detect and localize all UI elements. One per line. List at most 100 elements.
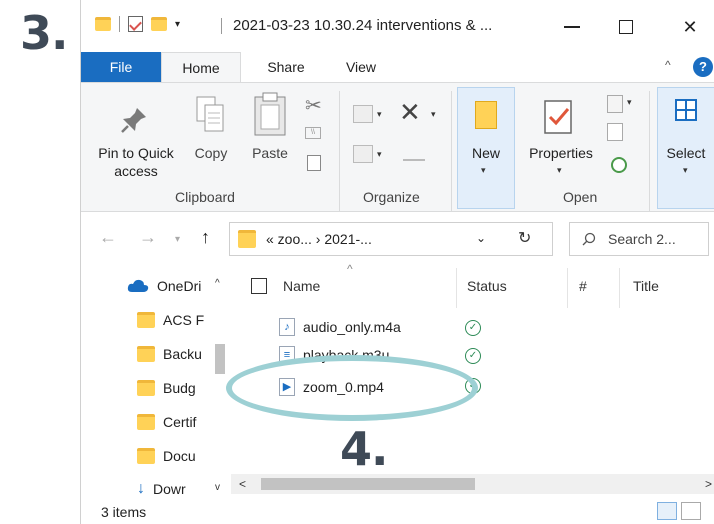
open-dropdown-icon[interactable]: ▾ <box>627 97 632 108</box>
search-placeholder: Search 2... <box>608 231 676 247</box>
title-bar: ▾ 2021-03-23 10.30.24 interventions & ..… <box>81 0 714 52</box>
folder-icon <box>137 346 155 362</box>
ribbon-divider <box>339 91 340 211</box>
copy-icon[interactable] <box>193 95 229 135</box>
move-to-icon[interactable] <box>353 105 373 123</box>
ribbon-home: Pin to Quick access Copy Paste ✂ \\ Clip… <box>81 82 714 212</box>
nav-item-label: Backu <box>163 346 202 362</box>
column-divider[interactable] <box>619 268 620 308</box>
nav-item-folder[interactable]: Docu <box>137 448 207 464</box>
customize-qat-dropdown-icon[interactable]: ▾ <box>175 19 180 30</box>
tab-home[interactable]: Home <box>161 52 241 83</box>
nav-item-folder[interactable]: Budg <box>137 380 207 396</box>
nav-item-folder[interactable]: Backu <box>137 346 207 362</box>
copy-path-icon[interactable]: \\ <box>305 127 321 139</box>
copy-button-label[interactable]: Copy <box>189 144 233 162</box>
scroll-right-icon[interactable]: > <box>705 477 712 491</box>
maximize-button[interactable] <box>603 10 649 44</box>
folder-icon[interactable] <box>95 17 111 31</box>
address-dropdown-icon[interactable]: ⌄ <box>476 231 486 245</box>
nav-item-downloads[interactable]: ↓ Dowr <box>137 480 207 498</box>
copy-to-dropdown-icon[interactable]: ▾ <box>377 149 382 160</box>
clipboard-group-label: Clipboard <box>175 189 235 205</box>
tab-file[interactable]: File <box>81 52 161 82</box>
nav-item-folder[interactable]: ACS F <box>137 312 207 328</box>
folder-icon <box>137 448 155 464</box>
select-all-checkbox[interactable] <box>251 278 267 294</box>
navigation-pane: OneDri ^ ACS F Backu Budg Certif Docu ↓ … <box>81 264 231 500</box>
nav-item-folder[interactable]: Certif <box>137 414 207 430</box>
column-divider[interactable] <box>456 268 457 308</box>
select-dropdown-icon: ▾ <box>683 165 688 175</box>
nav-item-label: Dowr <box>153 481 186 497</box>
back-arrow-icon[interactable]: ← <box>99 227 117 248</box>
pin-label-line2: access <box>114 163 158 179</box>
nav-item-label: OneDri <box>157 278 202 294</box>
scroll-up-icon[interactable]: ^ <box>215 278 220 289</box>
audio-file-icon: ♪ <box>279 318 295 336</box>
nav-pane-scrollbar-thumb[interactable] <box>215 344 225 374</box>
pin-to-quick-access-label[interactable]: Pin to Quick access <box>89 144 183 180</box>
rename-icon[interactable] <box>403 147 425 161</box>
tab-share[interactable]: Share <box>256 52 316 82</box>
maximize-icon <box>619 20 633 34</box>
address-path[interactable]: « zoo... › 2021-... <box>266 231 372 247</box>
refresh-icon[interactable]: ↻ <box>518 228 531 248</box>
recent-locations-icon[interactable]: ▾ <box>175 234 180 245</box>
tab-view[interactable]: View <box>331 52 391 82</box>
new-folder-icon[interactable] <box>151 17 167 31</box>
column-divider[interactable] <box>567 268 568 308</box>
pin-label-line1: Pin to Quick <box>98 145 174 161</box>
column-header-title[interactable]: Title <box>633 278 659 294</box>
column-header-status[interactable]: Status <box>467 278 507 294</box>
edit-icon[interactable] <box>607 123 623 141</box>
download-icon: ↓ <box>137 480 145 497</box>
history-icon[interactable] <box>611 157 627 173</box>
close-button[interactable]: ✕ <box>667 10 713 44</box>
properties-check-icon[interactable] <box>128 16 143 32</box>
scroll-down-icon[interactable]: v <box>215 482 220 493</box>
horizontal-scrollbar[interactable]: < > <box>231 474 714 494</box>
paste-shortcut-icon[interactable] <box>307 155 321 171</box>
forward-arrow-icon[interactable]: → <box>139 227 157 248</box>
column-header-number[interactable]: # <box>579 278 587 294</box>
sort-ascending-icon: ^ <box>347 262 353 276</box>
properties-dropdown-icon[interactable]: ▾ <box>557 165 562 176</box>
cut-icon[interactable]: ✂ <box>305 93 322 118</box>
nav-item-label: Certif <box>163 414 197 430</box>
properties-icon[interactable] <box>543 95 575 135</box>
scroll-left-icon[interactable]: < <box>239 477 246 491</box>
large-icons-view-icon[interactable] <box>681 502 701 520</box>
column-header-name[interactable]: Name <box>283 278 320 294</box>
search-box[interactable]: Search 2... <box>569 222 709 256</box>
delete-icon[interactable]: ✕ <box>399 97 421 128</box>
move-to-dropdown-icon[interactable]: ▾ <box>377 109 382 120</box>
delete-dropdown-icon[interactable]: ▾ <box>431 109 436 120</box>
copy-to-icon[interactable] <box>353 145 373 163</box>
folder-icon <box>137 380 155 396</box>
open-icon[interactable] <box>607 95 623 113</box>
nav-item-label: Budg <box>163 380 196 396</box>
paste-button-label[interactable]: Paste <box>243 144 297 162</box>
up-arrow-icon[interactable]: ↑ <box>201 227 210 248</box>
ribbon-tabs: File Home Share View ^ ? <box>81 52 714 83</box>
collapse-ribbon-icon[interactable]: ^ <box>665 58 671 72</box>
nav-item-onedrive[interactable]: OneDri <box>127 278 207 294</box>
step-four-annotation: 4. <box>340 422 388 476</box>
new-folder-icon <box>475 101 497 129</box>
qat-divider <box>119 16 120 32</box>
help-icon[interactable]: ? <box>693 57 713 77</box>
pin-icon[interactable] <box>119 105 149 135</box>
minimize-icon <box>564 26 580 28</box>
folder-icon <box>137 312 155 328</box>
navigation-bar: ← → ▾ ↑ « zoo... › 2021-... ⌄ ↻ Search 2… <box>81 212 714 264</box>
address-bar[interactable]: « zoo... › 2021-... ⌄ ↻ <box>229 222 553 256</box>
paste-icon[interactable] <box>251 91 289 137</box>
minimize-button[interactable] <box>549 10 595 44</box>
file-row[interactable]: ♪ audio_only.m4a <box>279 314 401 340</box>
folder-icon <box>238 230 256 248</box>
details-view-icon[interactable] <box>657 502 677 520</box>
horizontal-scrollbar-thumb[interactable] <box>261 478 475 490</box>
step-three-annotation: 3. <box>20 6 68 60</box>
properties-button-label[interactable]: Properties <box>521 144 601 162</box>
